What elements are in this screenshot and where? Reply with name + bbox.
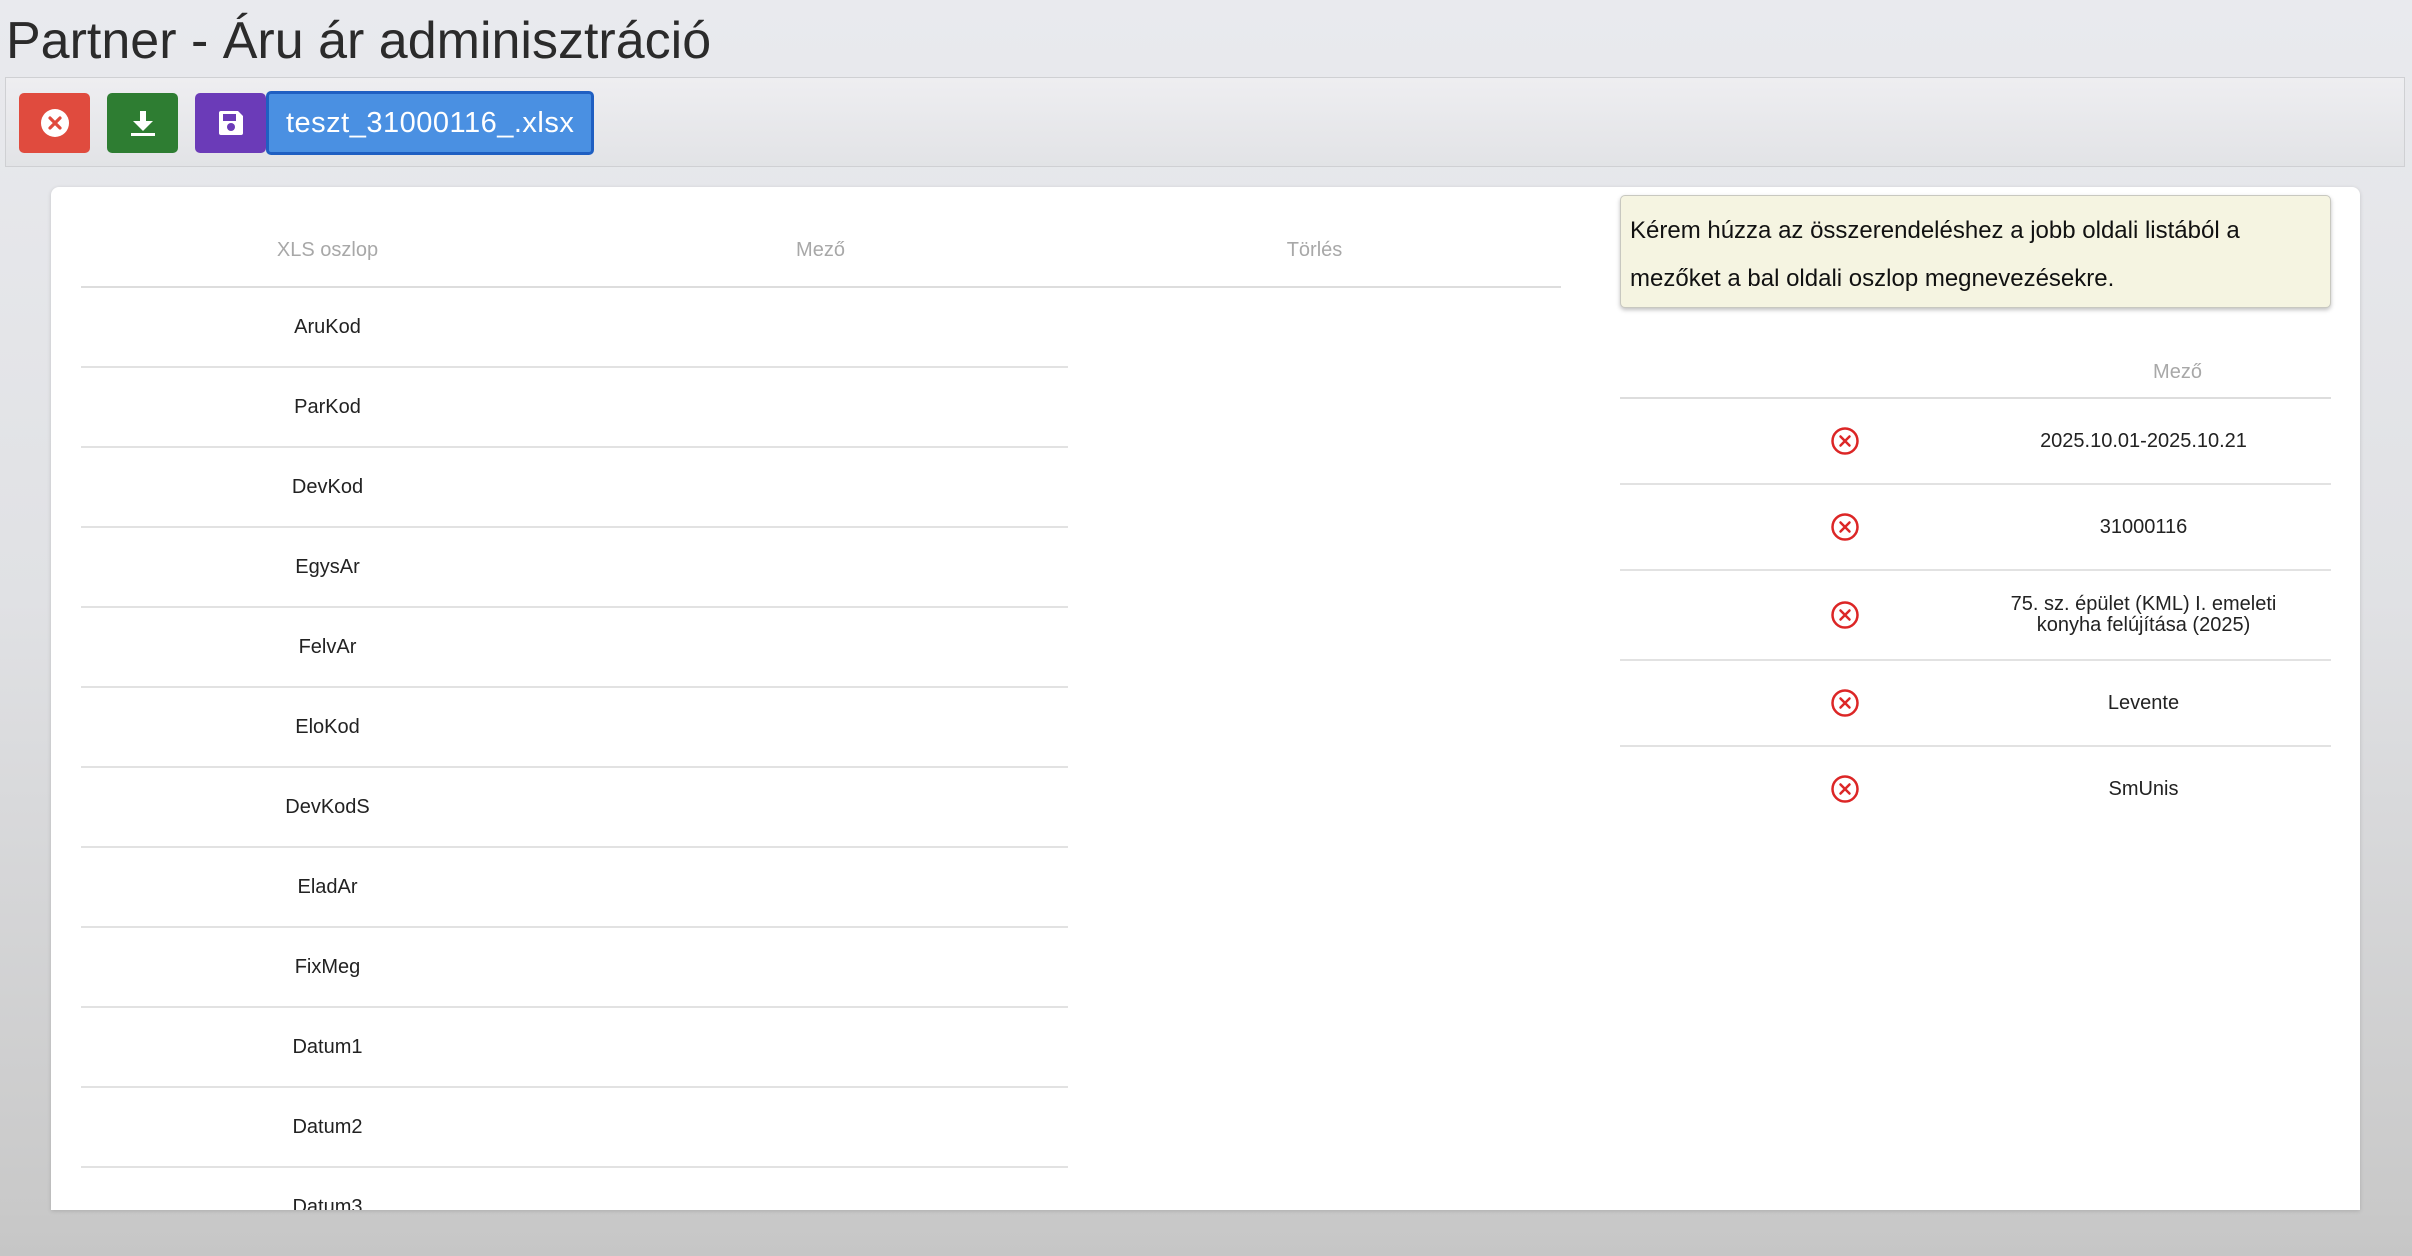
close-circle-icon — [1831, 775, 1859, 803]
header-xls-column: XLS oszlop — [276, 239, 379, 261]
field-item[interactable]: 75. sz. épület (KML) I. emeleti konyha f… — [1620, 571, 2331, 661]
xls-column-name: EgysAr — [295, 555, 360, 578]
xls-column-name: Datum1 — [292, 1035, 363, 1058]
field-list-header: Mező — [1620, 337, 2331, 399]
close-circle-icon — [1831, 689, 1859, 717]
cancel-button[interactable] — [19, 93, 90, 153]
mapping-row[interactable]: Datum2 — [81, 1088, 1068, 1168]
field-value: 2025.10.01-2025.10.21 — [2040, 429, 2247, 452]
field-item[interactable]: 31000116 — [1620, 485, 2331, 571]
header-field: Mező — [796, 239, 845, 261]
xls-column-name: ParKod — [294, 395, 361, 418]
mapping-row[interactable]: EgysAr — [81, 528, 1068, 608]
mapping-row[interactable]: Datum1 — [81, 1008, 1068, 1088]
field-value: 75. sz. épület (KML) I. emeleti konyha f… — [2010, 593, 2277, 636]
mapping-table: XLS oszlop Mező Törlés AruKod ParKod Dev… — [81, 187, 1561, 1210]
xls-column-name: Datum3 — [292, 1195, 363, 1211]
mapping-card: XLS oszlop Mező Törlés AruKod ParKod Dev… — [51, 187, 2360, 1210]
header-delete: Törlés — [1286, 239, 1343, 261]
xls-column-name: FixMeg — [294, 955, 361, 978]
file-name-button[interactable]: teszt_31000116_.xlsx — [266, 91, 595, 155]
field-list-header-label: Mező — [2153, 361, 2202, 383]
instruction-note: Kérem húzza az összerendeléshez a jobb o… — [1620, 195, 2331, 308]
floppy-disk-icon — [218, 111, 243, 135]
mapping-row[interactable]: EloKod — [81, 688, 1068, 768]
toolbar: teszt_31000116_.xlsx — [5, 77, 2405, 167]
remove-field-button[interactable] — [1830, 688, 1860, 718]
close-circle-icon — [1831, 427, 1859, 455]
field-item[interactable]: SmUnis — [1620, 747, 2331, 831]
mapping-row[interactable]: DevKod — [81, 448, 1068, 528]
download-button[interactable] — [107, 93, 178, 153]
field-value: 31000116 — [2099, 515, 2188, 538]
xls-column-name: FelvAr — [298, 635, 357, 658]
mapping-row[interactable]: ParKod — [81, 368, 1068, 448]
remove-field-button[interactable] — [1830, 426, 1860, 456]
xls-column-name: DevKod — [291, 475, 364, 498]
field-item[interactable]: 2025.10.01-2025.10.21 — [1620, 399, 2331, 485]
remove-field-button[interactable] — [1830, 512, 1860, 542]
save-button[interactable] — [195, 93, 266, 153]
field-value: SmUnis — [2108, 777, 2179, 800]
xls-column-name: EladAr — [297, 875, 358, 898]
mapping-row[interactable]: FixMeg — [81, 928, 1068, 1008]
field-item[interactable]: Levente — [1620, 661, 2331, 747]
close-circle-icon — [1831, 513, 1859, 541]
close-circle-icon — [1831, 601, 1859, 629]
xls-column-name: EloKod — [295, 715, 360, 738]
mapping-row[interactable]: Datum3 — [81, 1168, 1068, 1211]
mapping-row[interactable]: FelvAr — [81, 608, 1068, 688]
mapping-row[interactable]: AruKod — [81, 288, 1068, 368]
remove-field-button[interactable] — [1830, 600, 1860, 630]
field-list: Mező 2025.10.01-2025.10.21 31000116 75. … — [1620, 337, 2331, 831]
remove-field-button[interactable] — [1830, 774, 1860, 804]
close-circle-icon — [40, 109, 69, 137]
xls-column-name: AruKod — [294, 315, 361, 338]
page-title: Partner - Áru ár adminisztráció — [6, 12, 712, 70]
xls-column-name: DevKodS — [285, 795, 370, 818]
field-value: Levente — [2107, 691, 2180, 714]
mapping-row[interactable]: EladAr — [81, 848, 1068, 928]
mapping-row[interactable]: DevKodS — [81, 768, 1068, 848]
mapping-table-header: XLS oszlop Mező Törlés — [81, 187, 1561, 288]
download-icon — [130, 111, 155, 136]
xls-column-name: Datum2 — [292, 1115, 363, 1138]
